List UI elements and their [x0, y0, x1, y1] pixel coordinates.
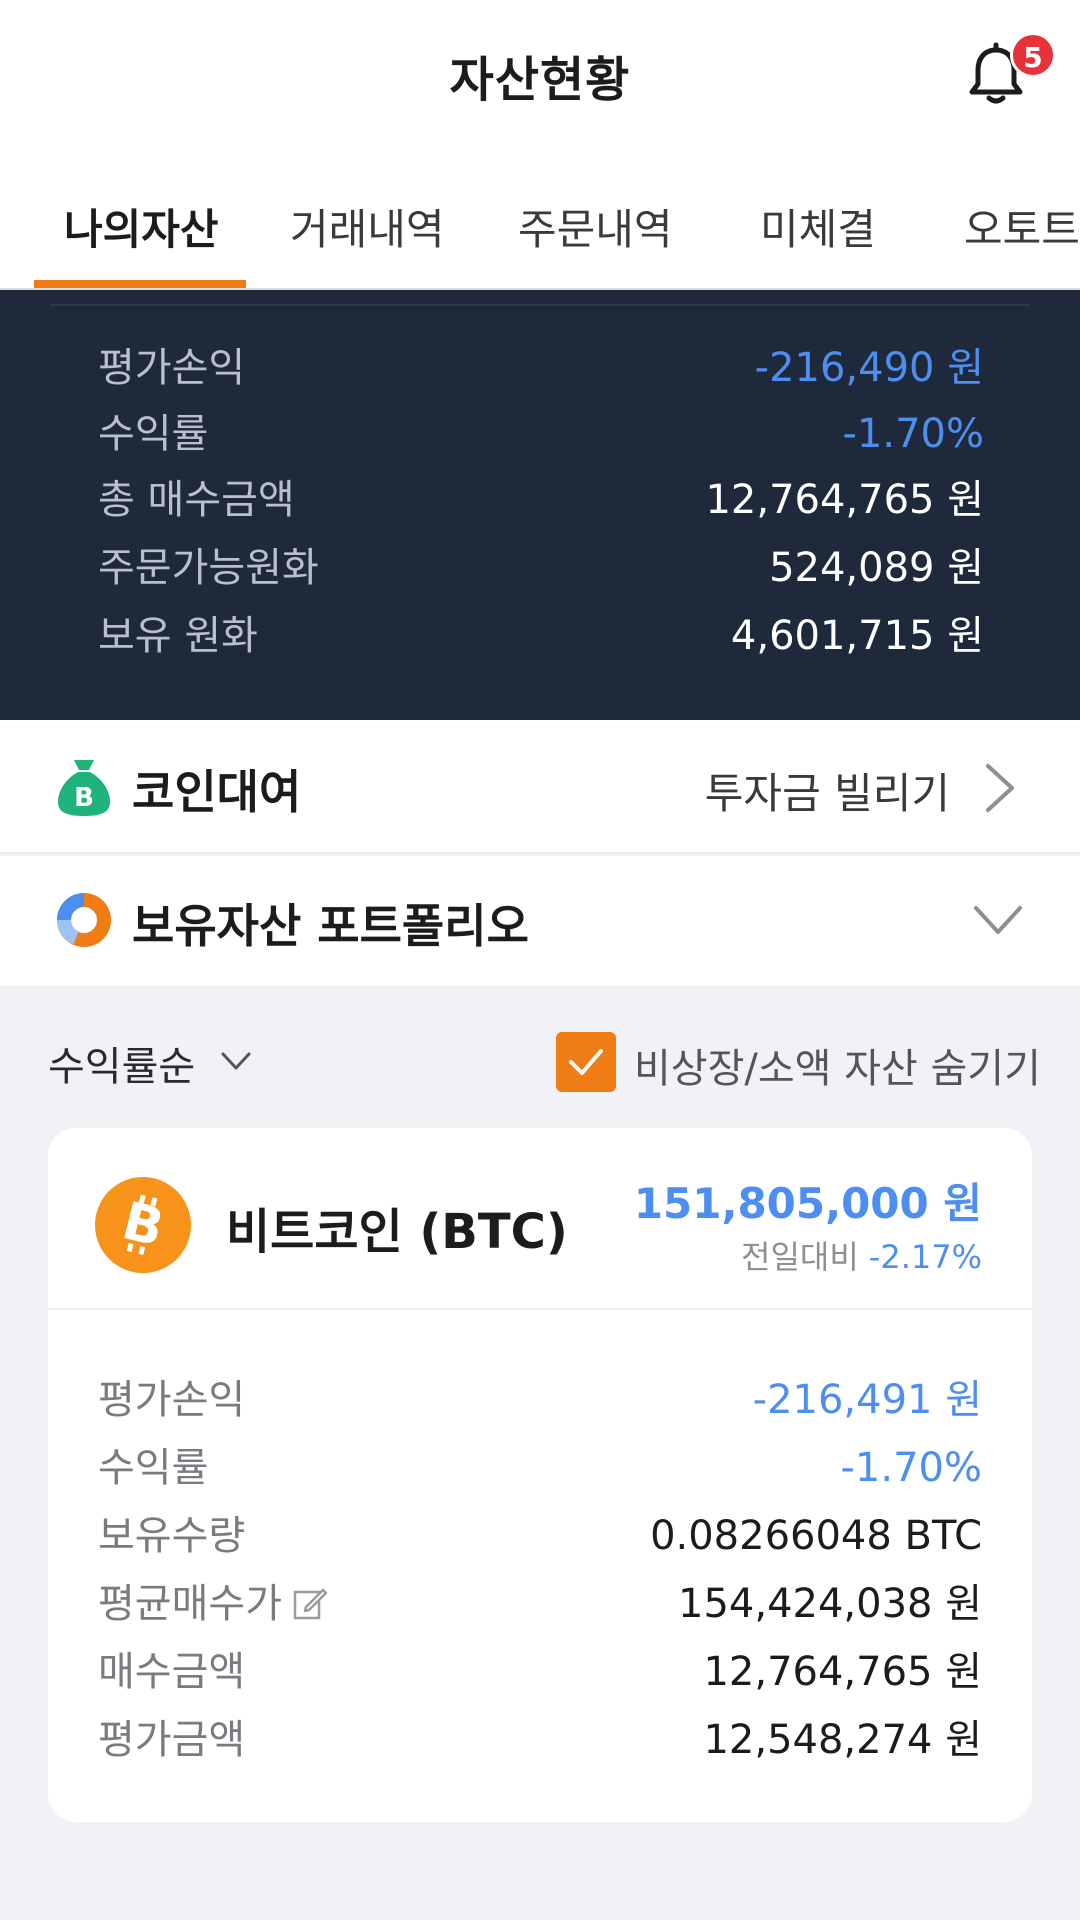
- tab-trade-history[interactable]: 거래내역: [290, 196, 445, 257]
- daily-change-value: -2.17%: [868, 1238, 982, 1276]
- summary-label: 보유 원화: [98, 613, 258, 659]
- summary-row-orderable-krw: 주문가능원화 524,089 원: [98, 538, 984, 598]
- portfolio-title: 보유자산 포트폴리오: [132, 899, 529, 953]
- daily-change-label: 전일대비: [741, 1238, 859, 1276]
- tab-order-history[interactable]: 주문내역: [518, 196, 673, 257]
- chevron-right-icon: [986, 764, 1014, 812]
- tab-unfilled[interactable]: 미체결: [760, 196, 876, 257]
- notification-badge: 5: [1010, 32, 1056, 78]
- summary-row-held-krw: 보유 원화 4,601,715 원: [98, 606, 984, 666]
- tab-my-assets[interactable]: 나의자산: [64, 196, 219, 257]
- coin-lending-row[interactable]: B 코인대여 투자금 빌리기: [0, 720, 1080, 854]
- asset-label: 보유수량: [98, 1513, 246, 1559]
- borrow-funds-link[interactable]: 투자금 빌리기: [705, 760, 950, 821]
- summary-row-eval-pnl: 평가손익 -216,490 원: [98, 338, 984, 398]
- tab-auto-trade[interactable]: 오토트: [964, 196, 1080, 257]
- coin-name: 비트코인 (BTC): [226, 1204, 568, 1260]
- asset-value: -216,491 원: [752, 1377, 982, 1423]
- asset-label: 평균매수가: [98, 1581, 282, 1627]
- page-title: 자산현황: [449, 52, 631, 108]
- asset-value: 0.08266048 BTC: [650, 1513, 982, 1559]
- asset-row-return-rate: 수익률 -1.70%: [98, 1438, 982, 1498]
- asset-label: 매수금액: [98, 1649, 246, 1695]
- summary-label: 평가손익: [98, 345, 246, 391]
- chevron-down-icon[interactable]: [220, 1050, 252, 1072]
- active-tab-indicator: [34, 280, 246, 288]
- asset-label-with-edit: 평균매수가: [98, 1574, 328, 1634]
- asset-row-eval-amount: 평가금액 12,548,274 원: [98, 1710, 982, 1770]
- asset-card-btc[interactable]: B 비트코인 (BTC) 151,805,000 원 전일대비 -2.17% 평가…: [48, 1128, 1032, 1822]
- hide-small-assets-label[interactable]: 비상장/소액 자산 숨기기: [634, 1036, 1041, 1094]
- coin-lending-title: 코인대여: [132, 765, 302, 819]
- asset-label: 평가손익: [98, 1377, 246, 1423]
- summary-value: 12,764,765 원: [705, 477, 984, 523]
- asset-row-buy-amount: 매수금액 12,764,765 원: [98, 1642, 982, 1702]
- asset-summary: 평가손익 -216,490 원 수익률 -1.70% 총 매수금액 12,764…: [0, 290, 1080, 720]
- money-bag-icon: B: [58, 760, 110, 816]
- checkmark-icon: [569, 1049, 603, 1075]
- portfolio-toggle[interactable]: 보유자산 포트폴리오: [0, 856, 1080, 986]
- asset-value: 12,764,765 원: [703, 1649, 982, 1695]
- summary-value: -1.70%: [842, 411, 984, 457]
- hide-small-assets-checkbox[interactable]: [556, 1032, 616, 1092]
- summary-label: 수익률: [98, 411, 209, 457]
- asset-row-avg-buy-price: 평균매수가 154,424,038 원: [98, 1574, 982, 1634]
- bitcoin-icon: B: [95, 1177, 191, 1273]
- notification-button[interactable]: 5: [960, 32, 1056, 120]
- summary-label: 총 매수금액: [98, 477, 295, 523]
- summary-row-return-rate: 수익률 -1.70%: [98, 404, 984, 464]
- asset-row-eval-pnl: 평가손익 -216,491 원: [98, 1370, 982, 1430]
- tab-bar: 나의자산 거래내역 주문내역 미체결 오토트: [0, 148, 1080, 290]
- edit-icon[interactable]: [292, 1585, 328, 1621]
- app-header: 자산현황 5: [0, 0, 1080, 148]
- summary-value: 4,601,715 원: [730, 613, 984, 659]
- summary-row-total-buy: 총 매수금액 12,764,765 원: [98, 470, 984, 530]
- coin-price: 151,805,000 원: [633, 1179, 982, 1228]
- chevron-down-icon: [974, 906, 1022, 934]
- pie-chart-icon: [57, 893, 111, 947]
- svg-text:B: B: [74, 783, 94, 813]
- asset-value: -1.70%: [840, 1445, 982, 1491]
- coin-daily-change: 전일대비 -2.17%: [741, 1232, 982, 1278]
- summary-value: -216,490 원: [754, 345, 984, 391]
- asset-label: 평가금액: [98, 1717, 246, 1763]
- summary-label: 주문가능원화: [98, 545, 319, 591]
- divider: [48, 1308, 1032, 1310]
- asset-value: 154,424,038 원: [678, 1581, 982, 1627]
- divider: [50, 304, 1030, 306]
- sort-dropdown[interactable]: 수익률순: [48, 1034, 195, 1092]
- asset-label: 수익률: [98, 1445, 209, 1491]
- asset-value: 12,548,274 원: [703, 1717, 982, 1763]
- asset-row-quantity: 보유수량 0.08266048 BTC: [98, 1506, 982, 1566]
- summary-value: 524,089 원: [769, 545, 984, 591]
